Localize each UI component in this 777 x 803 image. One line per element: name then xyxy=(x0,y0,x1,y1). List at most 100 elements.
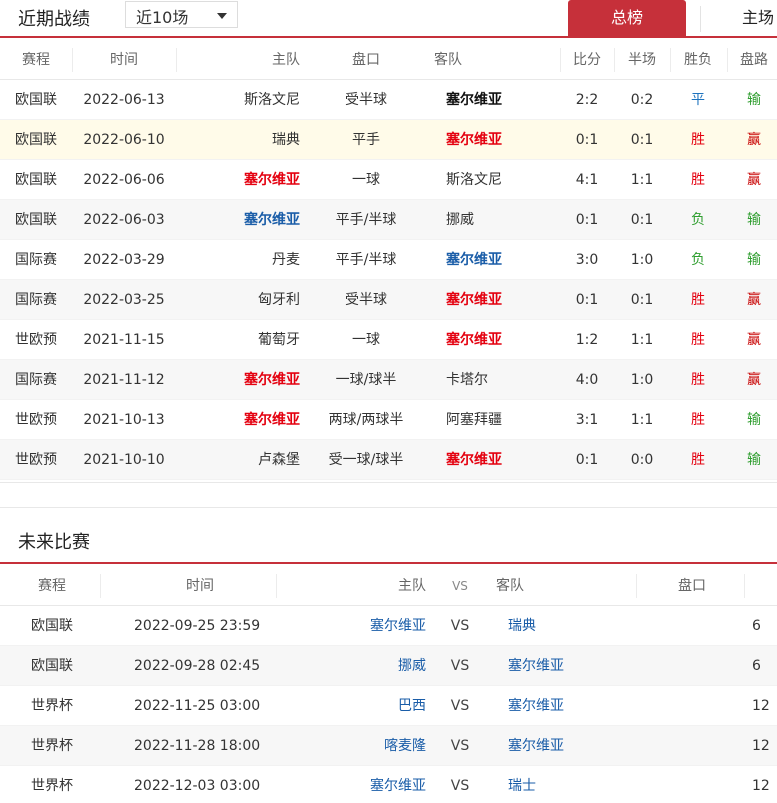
row-competition: 国际赛 xyxy=(15,292,57,308)
row-home-team[interactable]: 喀麦隆 xyxy=(290,726,426,766)
row-extra: 12 xyxy=(752,698,770,714)
row-competition: 世欧预 xyxy=(15,452,57,468)
row-home-team[interactable]: 塞尔维亚 xyxy=(290,606,426,646)
row-home-team[interactable]: 塞尔维亚 xyxy=(176,200,300,240)
table-row: 世界杯 2022-11-28 18:00 喀麦隆 VS 塞尔维亚 12 xyxy=(0,726,777,766)
row-home-team[interactable]: 塞尔维亚 xyxy=(176,400,300,440)
caret-down-icon xyxy=(217,13,227,19)
row-pan: 赢 xyxy=(747,132,761,148)
row-handicap: 一球/球半 xyxy=(335,372,397,388)
table-row: 欧国联 2022-09-25 23:59 塞尔维亚 VS 瑞典 6 xyxy=(0,606,777,646)
table-row: 国际赛 2021-11-12 塞尔维亚 一球/球半 卡塔尔 4:0 1:0 胜 … xyxy=(0,360,777,400)
tab-total[interactable]: 总榜 xyxy=(568,0,686,38)
row-date: 2022-06-13 xyxy=(83,92,165,108)
row-away-team[interactable]: 塞尔维亚 xyxy=(446,320,566,360)
table-row: 世欧预 2021-11-15 葡萄牙 一球 塞尔维亚 1:2 1:1 胜 赢 xyxy=(0,320,777,360)
row-home-team[interactable]: 巴西 xyxy=(290,686,426,726)
row-home-team[interactable]: 斯洛文尼 xyxy=(176,80,300,120)
row-competition: 欧国联 xyxy=(15,132,57,148)
row-home-team[interactable]: 塞尔维亚 xyxy=(290,766,426,803)
row-competition: 世界杯 xyxy=(31,778,73,794)
row-away-team[interactable]: 塞尔维亚 xyxy=(446,240,566,280)
row-competition: 世欧预 xyxy=(15,412,57,428)
row-away-team[interactable]: 阿塞拜疆 xyxy=(446,400,566,440)
row-home-team[interactable]: 匈牙利 xyxy=(176,280,300,320)
table-row: 欧国联 2022-06-13 斯洛文尼 受半球 塞尔维亚 2:2 0:2 平 输 xyxy=(0,80,777,120)
row-score: 0:1 xyxy=(575,212,599,228)
row-vs: VS xyxy=(450,618,470,634)
row-handicap: 受半球 xyxy=(345,292,387,308)
table-row: 国际赛 2022-03-29 丹麦 平手/半球 塞尔维亚 3:0 1:0 负 输 xyxy=(0,240,777,280)
row-handicap: 受半球 xyxy=(345,92,387,108)
row-away-team[interactable]: 塞尔维亚 xyxy=(496,686,626,726)
tab-divider xyxy=(700,6,701,32)
row-away-team[interactable]: 挪威 xyxy=(446,200,566,240)
row-half: 0:0 xyxy=(630,452,654,468)
row-home-team[interactable]: 葡萄牙 xyxy=(176,320,300,360)
row-away-team[interactable]: 塞尔维亚 xyxy=(446,280,566,320)
row-vs: VS xyxy=(450,698,470,714)
row-result: 胜 xyxy=(691,452,705,468)
table-row: 欧国联 2022-09-28 02:45 挪威 VS 塞尔维亚 6 xyxy=(0,646,777,686)
row-home-team[interactable]: 丹麦 xyxy=(176,240,300,280)
row-handicap: 平手 xyxy=(352,132,380,148)
row-away-team[interactable]: 卡塔尔 xyxy=(446,360,566,400)
col-vs: VS xyxy=(452,579,468,593)
row-home-team[interactable]: 塞尔维亚 xyxy=(176,360,300,400)
row-home-team[interactable]: 挪威 xyxy=(290,646,426,686)
row-competition: 国际赛 xyxy=(15,252,57,268)
row-result: 胜 xyxy=(691,292,705,308)
row-date: 2022-03-29 xyxy=(83,252,165,268)
row-date: 2021-11-12 xyxy=(83,372,165,388)
row-away-team[interactable]: 塞尔维亚 xyxy=(496,726,626,766)
row-pan: 输 xyxy=(747,412,761,428)
row-away-team[interactable]: 塞尔维亚 xyxy=(446,120,566,160)
row-half: 0:2 xyxy=(630,92,654,108)
col-separator xyxy=(614,48,615,72)
row-result: 胜 xyxy=(691,372,705,388)
row-half: 1:0 xyxy=(630,372,654,388)
row-away-team[interactable]: 瑞典 xyxy=(496,606,626,646)
row-away-team[interactable]: 瑞士 xyxy=(496,766,626,803)
row-away-team[interactable]: 塞尔维亚 xyxy=(446,440,566,480)
row-score: 3:0 xyxy=(575,252,599,268)
row-away-team[interactable]: 塞尔维亚 xyxy=(496,646,626,686)
row-score: 4:1 xyxy=(575,172,599,188)
col-away: 客队 xyxy=(434,52,462,68)
recent-table-body: 欧国联 2022-06-13 斯洛文尼 受半球 塞尔维亚 2:2 0:2 平 输… xyxy=(0,80,777,480)
range-select[interactable]: 近10场 xyxy=(125,1,238,28)
row-half: 1:1 xyxy=(630,332,654,348)
col-competition: 赛程 xyxy=(38,578,66,594)
row-score: 0:1 xyxy=(575,292,599,308)
col-pan: 盘路 xyxy=(740,52,768,68)
row-away-team[interactable]: 塞尔维亚 xyxy=(446,80,566,120)
row-extra: 6 xyxy=(752,658,761,674)
col-separator xyxy=(636,574,637,598)
row-vs: VS xyxy=(450,778,470,794)
row-home-team[interactable]: 塞尔维亚 xyxy=(176,160,300,200)
row-away-team[interactable]: 斯洛文尼 xyxy=(446,160,566,200)
row-result: 平 xyxy=(691,92,705,108)
row-result: 胜 xyxy=(691,172,705,188)
row-pan: 赢 xyxy=(747,372,761,388)
tab-home[interactable]: 主场 xyxy=(742,0,774,38)
table-row: 欧国联 2022-06-03 塞尔维亚 平手/半球 挪威 0:1 0:1 负 输 xyxy=(0,200,777,240)
row-date: 2021-10-10 xyxy=(83,452,165,468)
row-extra: 12 xyxy=(752,778,770,794)
row-time: 2022-09-28 02:45 xyxy=(134,658,261,674)
table-row: 世欧预 2021-10-10 卢森堡 受一球/球半 塞尔维亚 0:1 0:0 胜… xyxy=(0,440,777,480)
row-time: 2022-11-25 03:00 xyxy=(134,698,261,714)
row-time: 2022-09-25 23:59 xyxy=(134,618,261,634)
row-home-team[interactable]: 瑞典 xyxy=(176,120,300,160)
row-pan: 输 xyxy=(747,92,761,108)
row-vs: VS xyxy=(450,738,470,754)
col-separator xyxy=(560,48,561,72)
col-separator xyxy=(276,574,277,598)
col-date: 时间 xyxy=(110,52,138,68)
table-row: 世界杯 2022-11-25 03:00 巴西 VS 塞尔维亚 12 xyxy=(0,686,777,726)
row-date: 2021-10-13 xyxy=(83,412,165,428)
row-home-team[interactable]: 卢森堡 xyxy=(176,440,300,480)
col-score: 比分 xyxy=(573,52,601,68)
row-time: 2022-11-28 18:00 xyxy=(134,738,261,754)
row-competition: 欧国联 xyxy=(31,618,73,634)
